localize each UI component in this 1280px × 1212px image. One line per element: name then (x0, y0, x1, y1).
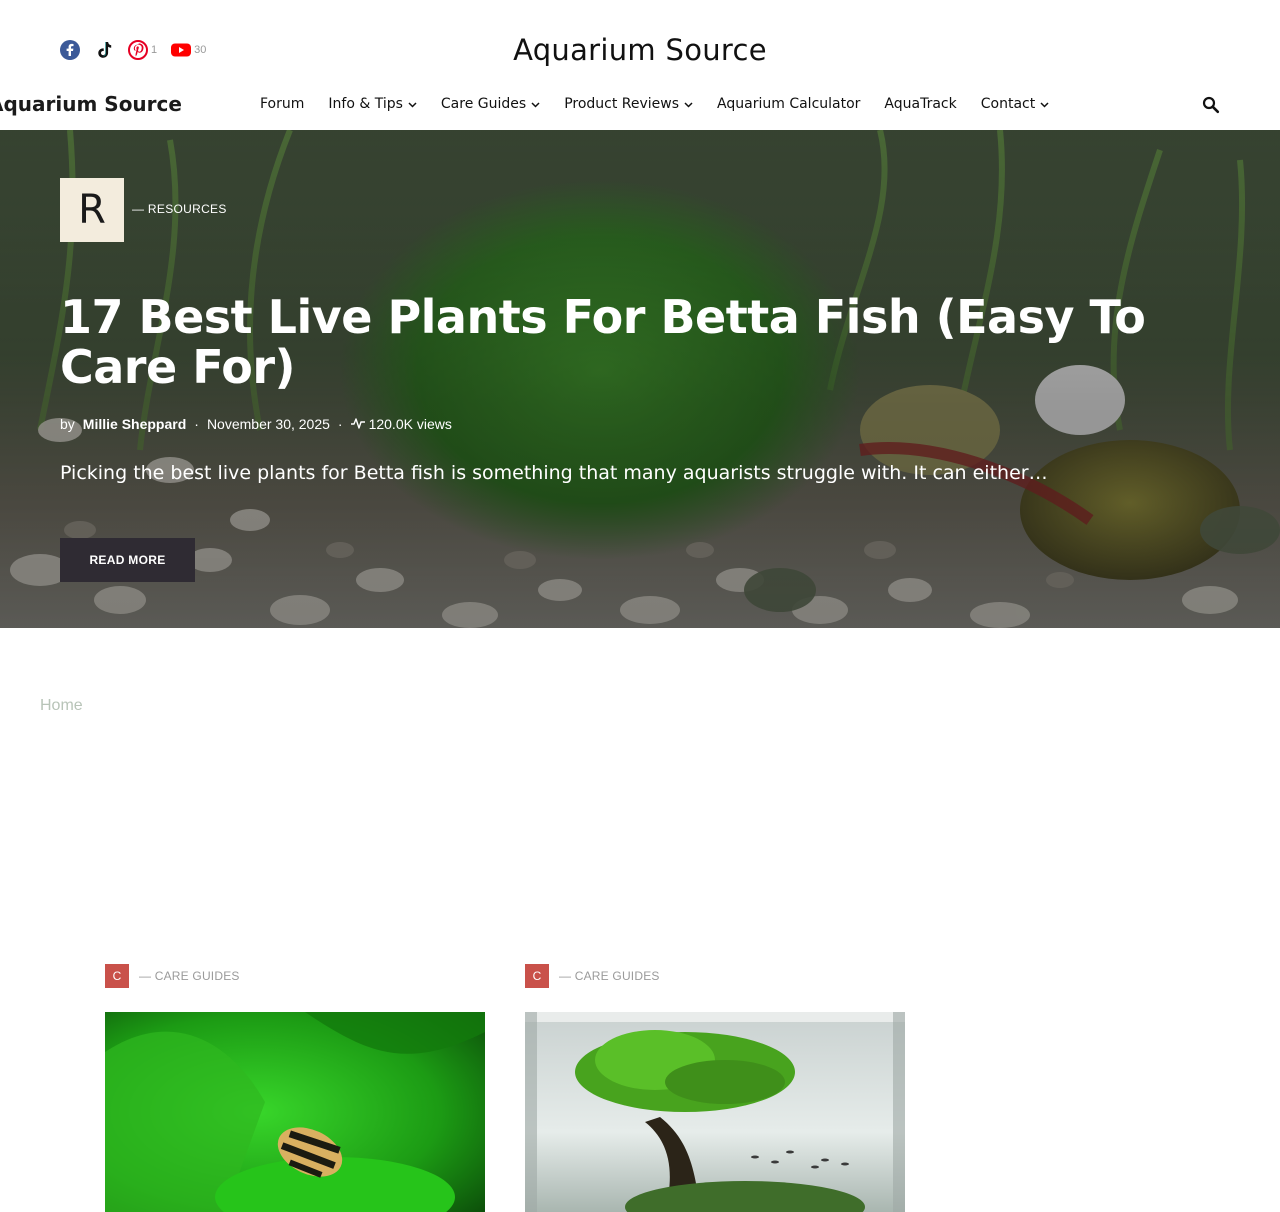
nav-item-aquarium-calculator[interactable]: Aquarium Calculator (717, 96, 860, 112)
post-meta: by Millie Sheppard · November 30, 2025 ·… (60, 416, 452, 432)
chevron-down-icon (408, 96, 417, 112)
author-link[interactable]: Millie Sheppard (83, 416, 186, 432)
nav-item-label: Product Reviews (564, 96, 680, 112)
hero-featured-post[interactable]: R — RESOURCES 17 Best Live Plants For Be… (0, 130, 1280, 628)
nav-item-info-tips[interactable]: Info & Tips (328, 96, 417, 112)
nav-item-contact[interactable]: Contact (981, 96, 1049, 112)
view-count: 120.0K views (368, 416, 452, 432)
chevron-down-icon (531, 96, 540, 112)
card-category-label: — CARE GUIDES (139, 969, 240, 983)
category-label[interactable]: — RESOURCES (132, 202, 227, 216)
nav-logo[interactable]: Aquarium Source (0, 92, 182, 116)
post-excerpt: Picking the best live plants for Betta f… (60, 462, 1048, 484)
nav-item-label: Aquarium Calculator (717, 96, 861, 112)
activity-icon (350, 416, 365, 432)
chevron-down-icon (684, 96, 693, 112)
nav-menu: Forum Info & Tips Care Guides Product Re… (260, 96, 1073, 112)
card-category[interactable]: C — CARE GUIDES (525, 964, 905, 988)
chevron-down-icon (1040, 96, 1049, 112)
nav-item-care-guides[interactable]: Care Guides (441, 96, 540, 112)
nav-item-label: Contact (980, 96, 1036, 112)
card-category-badge: C (105, 964, 129, 988)
nav-item-aquatrack[interactable]: AquaTrack (884, 96, 956, 112)
search-icon (1202, 96, 1220, 118)
card-category-badge: C (525, 964, 549, 988)
card-thumbnail[interactable] (525, 1012, 905, 1212)
top-bar: 1 30 Aquarium Source (0, 0, 1280, 88)
meta-separator: · (337, 416, 343, 432)
nav-item-forum[interactable]: Forum (260, 96, 304, 112)
nav-item-product-reviews[interactable]: Product Reviews (564, 96, 693, 112)
breadcrumb-home[interactable]: Home (40, 697, 83, 715)
card-category-label: — CARE GUIDES (559, 969, 660, 983)
read-more-button[interactable]: READ MORE (60, 538, 195, 582)
card-category[interactable]: C — CARE GUIDES (105, 964, 485, 988)
nav-item-label: AquaTrack (884, 96, 957, 112)
site-title[interactable]: Aquarium Source (0, 33, 1280, 67)
post-card[interactable]: C — CARE GUIDES (525, 964, 905, 1212)
post-title[interactable]: 17 Best Live Plants For Betta Fish (Easy… (60, 292, 1200, 392)
meta-by: by (60, 416, 75, 432)
nav-item-label: Forum (260, 96, 305, 112)
meta-separator: · (194, 416, 199, 432)
search-button[interactable] (1202, 96, 1220, 119)
category-badge[interactable]: R (60, 178, 124, 242)
bonsai-tank-thumbnail-image (525, 1012, 905, 1212)
main-nav: Aquarium Source Forum Info & Tips Care G… (0, 80, 1280, 131)
post-date: November 30, 2025 (206, 416, 330, 432)
nav-item-label: Care Guides (440, 96, 527, 112)
nav-item-label: Info & Tips (328, 96, 403, 112)
snail-thumbnail-image (105, 1012, 485, 1212)
card-thumbnail[interactable] (105, 1012, 485, 1212)
post-card[interactable]: C — CARE GUIDES (105, 964, 485, 1212)
